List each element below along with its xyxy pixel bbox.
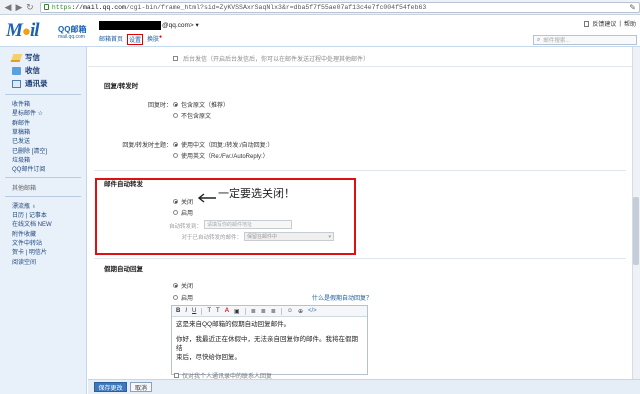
- reply-label: 回复时：: [147, 103, 172, 109]
- top-links: 反馈建议 | 帮助: [584, 19, 636, 28]
- arrow-icon: [197, 193, 216, 203]
- editor-line: 这是来自QQ邮箱的假期自动回复邮件。: [176, 321, 291, 328]
- app-transfer[interactable]: 文件中转站: [12, 238, 86, 247]
- help-link[interactable]: 帮助: [624, 19, 636, 28]
- underline-button[interactable]: U: [192, 308, 196, 314]
- account-name[interactable]: @qq.com> ▾: [162, 21, 199, 29]
- app-list: 漂流瓶 ♁ 日历 | 记事本 在线文档 NEW 附件收藏 文件中转站 贺卡 | …: [0, 201, 86, 266]
- subject-cn-option[interactable]: 使用中文（回复:/转发:/自动回复:）: [173, 140, 273, 149]
- forward-icon[interactable]: ▶: [14, 2, 24, 12]
- app-bottle[interactable]: 漂流瓶 ♁: [12, 201, 86, 210]
- vacation-section-title: 假期自动回复: [104, 266, 143, 273]
- editor-line: 你好，我最近正在休假中，无法亲自回复你的邮件。我将在假期结: [176, 336, 358, 352]
- action-bar: 保存更改 取消: [88, 379, 640, 394]
- mail-search-input[interactable]: ⌕ 邮件搜索...: [533, 35, 637, 45]
- font-button[interactable]: T: [207, 308, 211, 314]
- browser-toolbar: ◀ ▶ ↻ https://mail.qq.com/cgi-bin/frame_…: [0, 0, 640, 15]
- link-button[interactable]: ⊕: [298, 308, 303, 315]
- wrench-icon[interactable]: ✎: [629, 3, 636, 12]
- contacts-only-checkbox[interactable]: [174, 373, 179, 378]
- scrollbar[interactable]: [632, 47, 640, 379]
- vacation-on-option[interactable]: 启用: [173, 293, 193, 302]
- contacts-item[interactable]: 通讯录: [12, 77, 86, 90]
- folder-spam[interactable]: 垃圾箱: [12, 155, 86, 164]
- app-reading[interactable]: 阅读空间: [12, 256, 86, 266]
- search-icon: ⌕: [537, 36, 541, 43]
- vacation-off-option[interactable]: 关闭: [173, 281, 193, 290]
- mail-header: M●il QQ邮箱 mail.qq.com @qq.com> ▾ 邮箱首页 设置…: [0, 15, 640, 47]
- app-calendar[interactable]: 日历 | 记事本: [12, 210, 86, 219]
- reply-exclude-radio[interactable]: [173, 113, 178, 118]
- folder-deleted[interactable]: 已删除 [清空]: [12, 145, 86, 155]
- subject-en-option[interactable]: 使用英文（Re:/Fw:/AutoReply:）: [173, 151, 269, 160]
- url-host: ://mail.qq.com: [71, 3, 126, 11]
- italic-button[interactable]: I: [185, 308, 187, 314]
- inbox-item[interactable]: 收信: [12, 64, 86, 77]
- folder-drafts[interactable]: 草稿箱: [12, 127, 86, 136]
- header-links: 邮箱首页 设置 换肤●: [99, 34, 162, 45]
- lock-icon: [43, 4, 49, 10]
- qqmail-logo[interactable]: M●il: [6, 20, 40, 42]
- address-bar[interactable]: https://mail.qq.com/cgi-bin/frame_html?s…: [39, 1, 640, 13]
- scrollbar-thumb[interactable]: [633, 197, 639, 265]
- folder-list: 收件箱 星标邮件 ☆ 群邮件 草稿箱 已发送 已删除 [清空] 垃圾箱 QQ邮件…: [0, 99, 86, 173]
- other-mailboxes[interactable]: 其他邮箱: [12, 182, 86, 192]
- background-send-option[interactable]: 后台发信（开启后台发信后，你可以在邮件发送过程中处理其他邮件）: [173, 54, 369, 63]
- editor-line: 束后，尽快给你回复。: [176, 354, 241, 361]
- bgcolor-button[interactable]: ▣: [234, 308, 240, 315]
- subject-cn-radio[interactable]: [173, 142, 178, 147]
- subject-label: 回复/转发时主题：: [122, 143, 172, 149]
- vacation-on-radio[interactable]: [173, 295, 178, 300]
- sidebar: 写信 收信 通讯录 收件箱 星标邮件 ☆ 群邮件 草稿箱 已发送 已删除 [清空…: [0, 47, 87, 394]
- skin-link[interactable]: 换肤●: [147, 34, 162, 45]
- home-link[interactable]: 邮箱首页: [99, 34, 123, 45]
- compose-item[interactable]: 写信: [10, 51, 86, 64]
- app-docs[interactable]: 在线文档 NEW: [12, 219, 86, 228]
- inbox-icon: [12, 66, 21, 75]
- emoji-button[interactable]: ☺: [287, 308, 293, 314]
- annotation-text: 一定要选关闭！: [218, 187, 295, 200]
- feedback-link[interactable]: 反馈建议: [592, 19, 616, 28]
- pen-icon: [10, 53, 23, 62]
- settings-link[interactable]: 设置: [127, 34, 144, 45]
- folder-starred[interactable]: 星标邮件 ☆: [12, 108, 86, 117]
- background-send-checkbox[interactable]: [173, 56, 178, 61]
- vacation-reply-editor[interactable]: B I U T T A ▣ ≣ ≣ ≣ ☺ ⊕ </> 这是来自QQ邮箱的假期自…: [171, 305, 368, 375]
- save-button[interactable]: 保存更改: [94, 382, 127, 392]
- list-button[interactable]: ≣: [261, 308, 266, 315]
- app-attachments[interactable]: 附件收藏: [12, 229, 86, 238]
- reply-exclude-option[interactable]: 不包含原文: [173, 111, 211, 120]
- reply-include-option[interactable]: 包含原文（推荐）: [173, 100, 229, 109]
- font-color-button[interactable]: A: [225, 308, 229, 314]
- search-placeholder: 邮件搜索...: [543, 38, 570, 44]
- notebook-icon: [584, 20, 590, 27]
- editor-toolbar: B I U T T A ▣ ≣ ≣ ≣ ☺ ⊕ </>: [172, 306, 367, 317]
- reply-section-title: 回复/转发时: [104, 83, 139, 90]
- url-path: /cgi-bin/frame_html?sid=ZyKVSSAxrSaqNlx3…: [125, 3, 427, 11]
- logo-url-text: mail.qq.com: [58, 34, 85, 40]
- subject-en-radio[interactable]: [173, 153, 178, 158]
- fontsize-button[interactable]: T: [216, 308, 220, 314]
- url-scheme: https: [51, 3, 72, 11]
- folder-inbox[interactable]: 收件箱: [12, 99, 86, 108]
- reload-icon[interactable]: ↻: [25, 2, 35, 12]
- folder-sent[interactable]: 已发送: [12, 136, 86, 145]
- cancel-button[interactable]: 取消: [130, 382, 152, 392]
- source-button[interactable]: </>: [308, 308, 317, 314]
- indent-button[interactable]: ≣: [271, 308, 276, 315]
- back-icon[interactable]: ◀: [3, 2, 13, 12]
- align-button[interactable]: ≣: [251, 308, 256, 315]
- reply-include-radio[interactable]: [173, 102, 178, 107]
- folder-group[interactable]: 群邮件: [12, 118, 86, 127]
- vacation-off-radio[interactable]: [173, 283, 178, 288]
- folder-subscription[interactable]: QQ邮件订阅: [12, 164, 86, 173]
- vacation-help-link[interactable]: 什么是假期自动回复？: [312, 293, 372, 302]
- redacted-account: [99, 21, 161, 30]
- contacts-icon: [12, 79, 21, 88]
- app-cards[interactable]: 贺卡 | 明信片: [12, 247, 86, 256]
- bold-button[interactable]: B: [176, 308, 180, 314]
- editor-content[interactable]: 这是来自QQ邮箱的假期自动回复邮件。 你好，我最近正在休假中，无法亲自回复你的邮…: [172, 317, 367, 365]
